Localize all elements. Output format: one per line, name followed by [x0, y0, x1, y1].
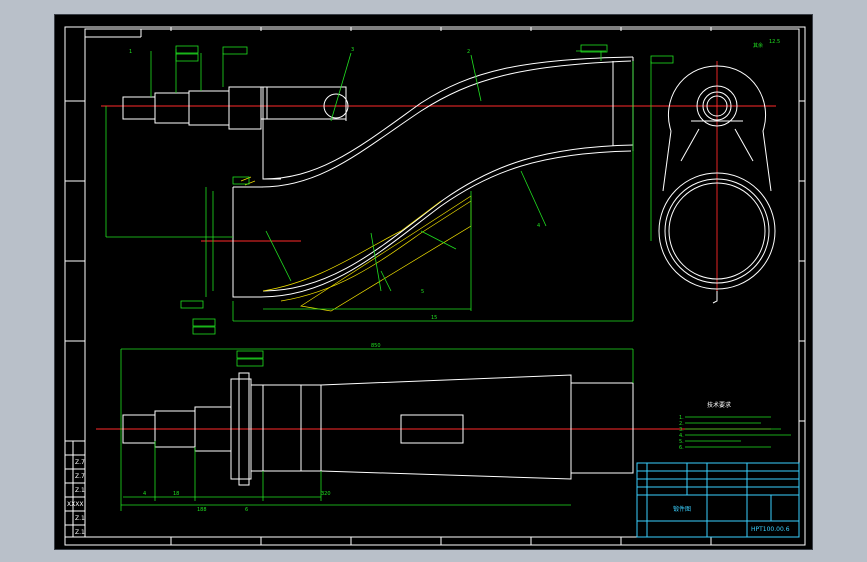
dim-label: 6 — [245, 507, 248, 513]
dim-label: 15 — [431, 315, 437, 321]
dimension-lines — [105, 49, 652, 322]
callout-2: 2 — [467, 49, 470, 55]
zone-ticks — [65, 27, 805, 545]
dim-label: 320 — [321, 491, 331, 497]
surface-value: 12.5 — [769, 39, 780, 45]
callouts: 1 2 3 4 5 — [129, 47, 540, 295]
dimension-values: 4 18 188 320 6 15 850 — [143, 315, 437, 513]
callout-5: 5 — [421, 289, 424, 295]
drawing-svg: Z.7 Z.7 Z.1 XXXX Z.1 Z.1 1 2 3 4 5 其余 12… — [64, 26, 806, 546]
strip-label: XXXX — [67, 501, 83, 508]
strip-label: Z.7 — [75, 459, 85, 466]
crank-arm — [232, 56, 634, 298]
dim-label: 188 — [197, 507, 207, 513]
callout-4: 4 — [537, 223, 540, 229]
callout-1: 1 — [129, 49, 132, 55]
tech-requirements-title: 技术要求 — [707, 401, 731, 409]
tolerance-frames — [175, 44, 674, 335]
shaft-profile — [122, 86, 349, 130]
strip-label: Z.1 — [75, 515, 85, 522]
surface-note: 其余 — [753, 42, 763, 49]
strip-label: Z.1 — [75, 487, 85, 494]
dim-label: 18 — [173, 491, 179, 497]
drawing-number: HPT100.00.6 — [751, 526, 790, 533]
strip-label: Z.1 — [75, 529, 85, 536]
strip-label: Z.7 — [75, 473, 85, 480]
tech-notes: 1. 2. 3. 4. 5. 6. — [679, 415, 791, 451]
bottom-view — [120, 348, 634, 511]
tech-note: 6. — [679, 445, 684, 451]
outer-frame — [64, 26, 806, 546]
dim-label: 850 — [371, 343, 381, 349]
dim-label: 4 — [143, 491, 146, 497]
callout-3: 3 — [351, 47, 354, 53]
cad-drawing-canvas[interactable]: Z.7 Z.7 Z.1 XXXX Z.1 Z.1 1 2 3 4 5 其余 12… — [54, 14, 813, 550]
part-name: 锻件图 — [673, 505, 691, 513]
